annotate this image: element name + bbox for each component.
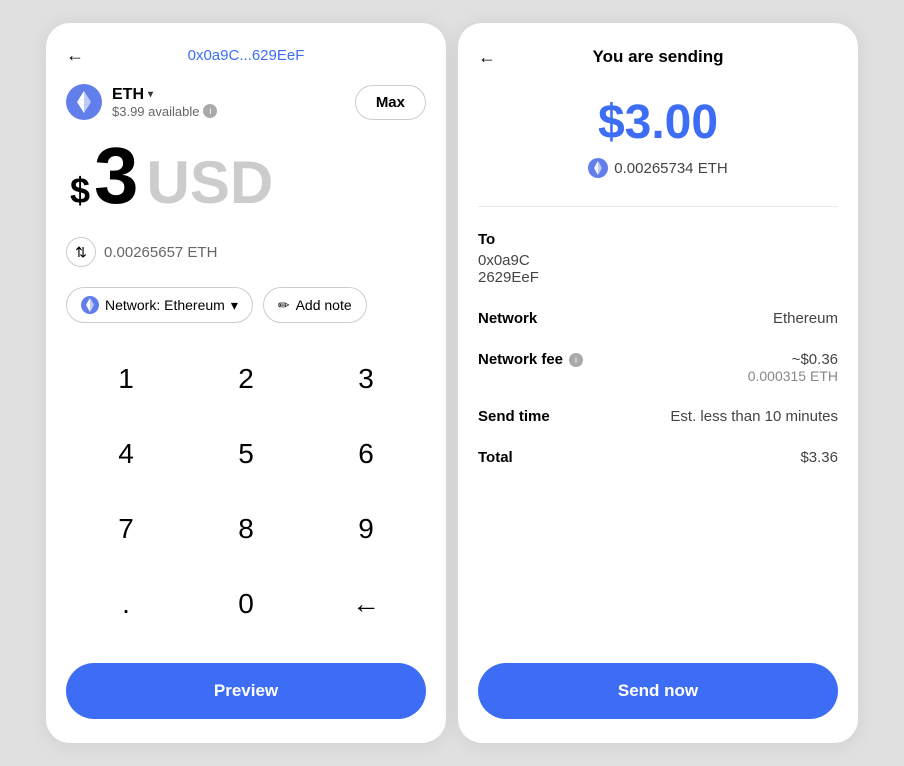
- back-button-screen2[interactable]: ←: [478, 47, 496, 68]
- amount-number: 3: [94, 136, 139, 216]
- send-now-button[interactable]: Send now: [478, 663, 838, 719]
- network-eth-icon: [81, 296, 99, 314]
- eth-amount-text: 0.00265657 ETH: [104, 244, 217, 261]
- fee-info-icon[interactable]: i: [569, 353, 583, 367]
- send-amount-screen: ← 0x0a9C...629EeF ETH: [46, 23, 446, 743]
- network-fee-row: Network fee i ~$0.36 0.000315 ETH: [478, 351, 838, 384]
- network-label: Network: Ethereum: [105, 297, 225, 313]
- network-detail-label: Network: [478, 310, 537, 327]
- token-row: ETH ▾ $3.99 available i Max: [66, 84, 426, 120]
- confirm-send-screen: ← You are sending $3.00 0.00265734 ETH: [458, 23, 858, 743]
- screen2-header: ← You are sending: [478, 47, 838, 67]
- send-amount-usd: $3.00: [478, 95, 838, 150]
- network-fee-values: ~$0.36 0.000315 ETH: [748, 351, 838, 384]
- key-8[interactable]: 8: [186, 497, 306, 561]
- keypad: 1 2 3 4 5 6 7 8 9 . 0 ←: [66, 347, 426, 647]
- to-label: To: [478, 231, 838, 248]
- network-fee-label: Network fee: [478, 351, 563, 368]
- key-9[interactable]: 9: [306, 497, 426, 561]
- action-row: Network: Ethereum ▾ ✏ Add note: [66, 287, 426, 323]
- token-info: ETH ▾ $3.99 available i: [66, 84, 217, 120]
- total-row: Total $3.36: [478, 449, 838, 466]
- divider: [478, 206, 838, 207]
- to-address-line1: 0x0a9C: [478, 252, 838, 269]
- network-detail-value: Ethereum: [773, 310, 838, 327]
- back-button-screen1[interactable]: ←: [66, 45, 84, 66]
- preview-button[interactable]: Preview: [66, 663, 426, 719]
- screen2-title: You are sending: [593, 47, 724, 67]
- detail-rows: To 0x0a9C 2629EeF Network Ethereum Netwo…: [478, 231, 838, 663]
- pencil-icon: ✏: [278, 297, 290, 314]
- total-value: $3.36: [800, 449, 838, 466]
- swap-icon[interactable]: ⇅: [66, 237, 96, 267]
- network-chevron-icon: ▾: [231, 297, 238, 314]
- address-label[interactable]: 0x0a9C...629EeF: [188, 47, 305, 64]
- send-time-label: Send time: [478, 408, 550, 425]
- send-amount-section: $3.00 0.00265734 ETH: [478, 95, 838, 178]
- add-note-label: Add note: [296, 297, 352, 313]
- dollar-sign: $: [70, 170, 90, 212]
- key-backspace[interactable]: ←: [306, 572, 426, 636]
- screen1-header: ← 0x0a9C...629EeF: [66, 47, 426, 64]
- add-note-button[interactable]: ✏ Add note: [263, 287, 367, 323]
- network-fee-usd: ~$0.36: [748, 351, 838, 368]
- send-time-row: Send time Est. less than 10 minutes: [478, 408, 838, 425]
- key-dot[interactable]: .: [66, 572, 186, 636]
- key-2[interactable]: 2: [186, 347, 306, 411]
- token-available: $3.99 available i: [112, 104, 217, 119]
- send-time-value: Est. less than 10 minutes: [670, 408, 838, 425]
- network-button[interactable]: Network: Ethereum ▾: [66, 287, 253, 323]
- key-7[interactable]: 7: [66, 497, 186, 561]
- amount-currency: USD: [147, 148, 274, 217]
- key-3[interactable]: 3: [306, 347, 426, 411]
- network-row: Network Ethereum: [478, 310, 838, 327]
- key-5[interactable]: 5: [186, 422, 306, 486]
- amount-main: $ 3 USD: [70, 136, 422, 217]
- token-label: ETH ▾ $3.99 available i: [112, 86, 217, 119]
- key-4[interactable]: 4: [66, 422, 186, 486]
- to-address-line2: 2629EeF: [478, 269, 838, 286]
- amount-display: $ 3 USD: [66, 136, 426, 217]
- key-6[interactable]: 6: [306, 422, 426, 486]
- eth-amount-row: ⇅ 0.00265657 ETH: [66, 237, 426, 267]
- key-0[interactable]: 0: [186, 572, 306, 636]
- send-amount-eth: 0.00265734 ETH: [478, 158, 838, 178]
- eth-icon-confirm: [588, 158, 608, 178]
- key-1[interactable]: 1: [66, 347, 186, 411]
- total-label: Total: [478, 449, 513, 466]
- token-name[interactable]: ETH ▾: [112, 86, 217, 104]
- eth-logo-icon: [66, 84, 102, 120]
- available-info-icon[interactable]: i: [203, 104, 217, 118]
- token-chevron-icon: ▾: [148, 89, 153, 100]
- to-row: To 0x0a9C 2629EeF: [478, 231, 838, 286]
- network-fee-eth: 0.000315 ETH: [748, 368, 838, 384]
- max-button[interactable]: Max: [355, 85, 426, 120]
